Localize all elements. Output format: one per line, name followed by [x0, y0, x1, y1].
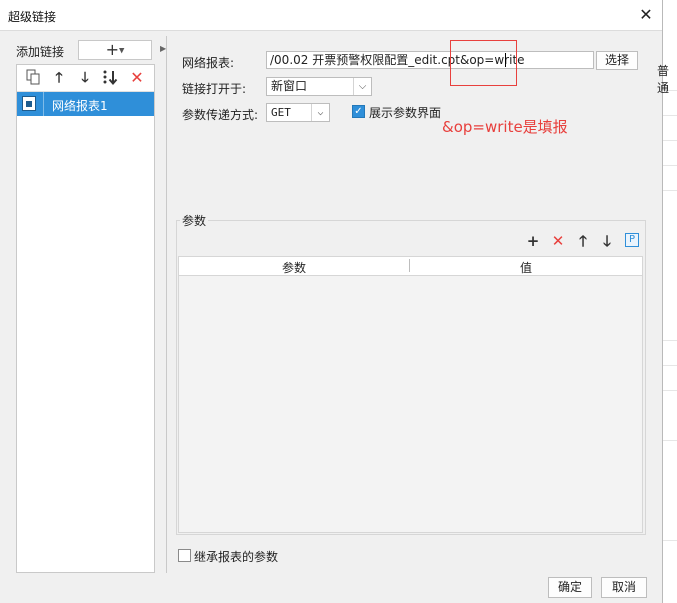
cancel-button[interactable]: 取消: [601, 577, 647, 598]
chevron-down-icon: ⌵: [353, 78, 371, 95]
inherit-params-label: 继承报表的参数: [194, 550, 279, 564]
open-in-label: 链接打开于:: [182, 82, 247, 96]
title-bar: [0, 0, 662, 31]
plus-icon: +: [105, 40, 119, 59]
parameter-icon[interactable]: P: [625, 233, 639, 247]
dialog-title: 超级链接: [8, 10, 57, 24]
pass-method-value: GET: [271, 106, 291, 119]
link-list-panel: [16, 64, 155, 573]
open-in-value: 新窗口: [271, 79, 308, 93]
open-in-select[interactable]: 新窗口 ⌵: [266, 77, 372, 96]
background-row-line: [663, 190, 677, 191]
background-row-line: [663, 165, 677, 166]
annotation-text: &op=write是填报: [442, 118, 568, 136]
params-title: 参数: [180, 212, 209, 229]
ok-button[interactable]: 确定: [548, 577, 592, 598]
background-text: 普通: [657, 64, 670, 95]
tree-item-label: 网络报表1: [52, 99, 108, 113]
background-row-line: [663, 340, 677, 341]
delete-icon[interactable]: ✕: [128, 69, 146, 87]
panel-divider[interactable]: [166, 36, 167, 573]
background-row-line: [663, 115, 677, 116]
chevron-down-icon: ⌵: [311, 104, 329, 121]
copy-icon[interactable]: [24, 69, 42, 87]
add-link-button[interactable]: +▼: [78, 40, 152, 60]
pass-method-select[interactable]: GET ⌵: [266, 103, 330, 122]
dropdown-caret-icon: ▼: [119, 46, 125, 55]
move-up-icon[interactable]: 🡑: [574, 232, 592, 250]
show-params-label: 展示参数界面: [369, 106, 442, 120]
report-url-input[interactable]: /00.02 开票预警权限配置_edit.cpt&op=write: [266, 51, 594, 69]
pass-method-label: 参数传递方式:: [182, 108, 259, 122]
move-down-icon[interactable]: 🡓: [76, 69, 94, 87]
sort-icon[interactable]: [101, 69, 119, 87]
column-header-value[interactable]: 值: [410, 259, 642, 276]
move-up-icon[interactable]: 🡑: [50, 69, 68, 87]
tree-separator: [43, 92, 44, 116]
close-icon[interactable]: ✕: [636, 5, 656, 25]
background-row-line: [663, 540, 677, 541]
move-down-icon[interactable]: 🡓: [598, 232, 616, 250]
report-file-icon: [22, 96, 36, 111]
add-icon[interactable]: +: [524, 232, 542, 250]
inherit-params-checkbox[interactable]: [178, 549, 191, 562]
annotation-highlight-box: [450, 40, 517, 86]
add-link-label: 添加链接: [16, 45, 65, 59]
params-table: [178, 256, 643, 533]
background-row-line: [663, 440, 677, 441]
delete-icon[interactable]: ✕: [549, 232, 567, 250]
column-header-param[interactable]: 参数: [179, 259, 409, 276]
background-row-line: [663, 390, 677, 391]
show-params-checkbox[interactable]: ✓: [352, 105, 365, 118]
choose-button[interactable]: 选择: [596, 51, 638, 70]
background-row-line: [663, 140, 677, 141]
report-label: 网络报表:: [182, 56, 235, 70]
background-row-line: [663, 365, 677, 366]
